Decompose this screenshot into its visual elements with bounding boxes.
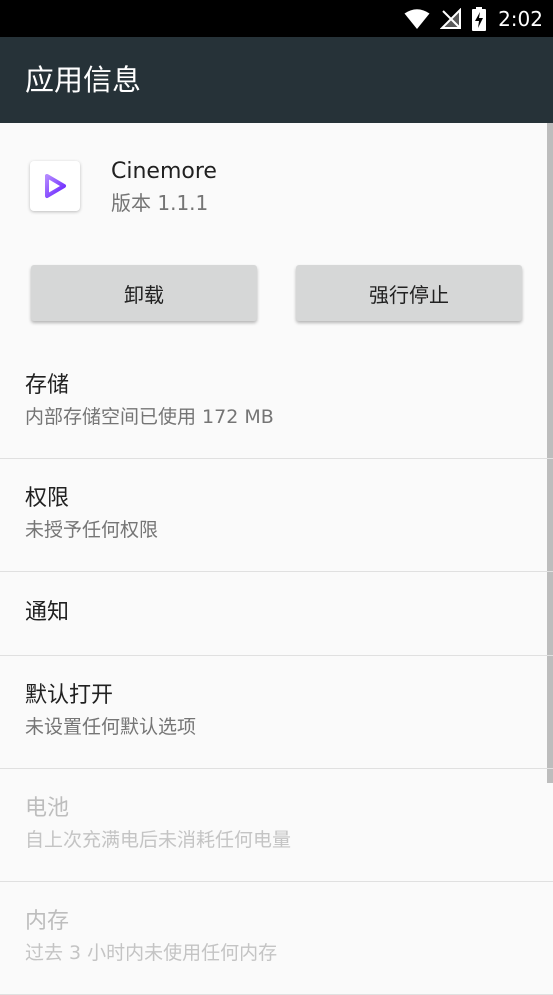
item-subtitle: 自上次充满电后未消耗任何电量 <box>25 829 292 851</box>
item-title: 内存 <box>25 909 70 934</box>
item-subtitle: 未授予任何权限 <box>25 519 159 541</box>
list-item-memory: 内存 过去 3 小时内未使用任何内存 <box>0 882 553 995</box>
status-bar: 2:02 <box>0 0 553 37</box>
app-version: 版本 1.1.1 <box>111 191 209 215</box>
app-name: Cinemore <box>111 159 217 184</box>
list-item-open-by-default[interactable]: 默认打开 未设置任何默认选项 <box>0 656 553 769</box>
item-title: 通知 <box>25 600 70 625</box>
no-signal-icon <box>440 7 462 30</box>
app-info-content[interactable]: Cinemore 版本 1.1.1 卸载 强行停止 存储 内部存储空间已使用 1… <box>0 123 553 995</box>
item-subtitle: 过去 3 小时内未使用任何内存 <box>25 942 278 964</box>
page-title: 应用信息 <box>25 63 142 97</box>
item-title: 电池 <box>25 796 70 821</box>
list-item-storage[interactable]: 存储 内部存储空间已使用 172 MB <box>0 346 553 459</box>
status-clock: 2:02 <box>498 6 543 31</box>
app-header: Cinemore 版本 1.1.1 <box>0 123 553 233</box>
force-stop-button[interactable]: 强行停止 <box>296 265 522 321</box>
item-title: 存储 <box>25 373 70 398</box>
item-subtitle: 未设置任何默认选项 <box>25 716 197 738</box>
settings-list: 存储 内部存储空间已使用 172 MB 权限 未授予任何权限 通知 默认打开 未… <box>0 346 553 995</box>
app-bar: 应用信息 <box>0 37 553 123</box>
cinemore-play-icon <box>30 161 80 211</box>
wifi-icon <box>404 8 430 30</box>
status-icons: 2:02 <box>404 0 543 37</box>
list-item-battery: 电池 自上次充满电后未消耗任何电量 <box>0 769 553 882</box>
item-title: 默认打开 <box>25 683 114 708</box>
list-item-permissions[interactable]: 权限 未授予任何权限 <box>0 459 553 572</box>
item-subtitle: 内部存储空间已使用 172 MB <box>25 406 274 428</box>
item-title: 权限 <box>25 486 70 511</box>
battery-charging-icon <box>472 6 487 31</box>
list-item-notifications[interactable]: 通知 <box>0 572 553 656</box>
uninstall-button[interactable]: 卸载 <box>31 265 257 321</box>
